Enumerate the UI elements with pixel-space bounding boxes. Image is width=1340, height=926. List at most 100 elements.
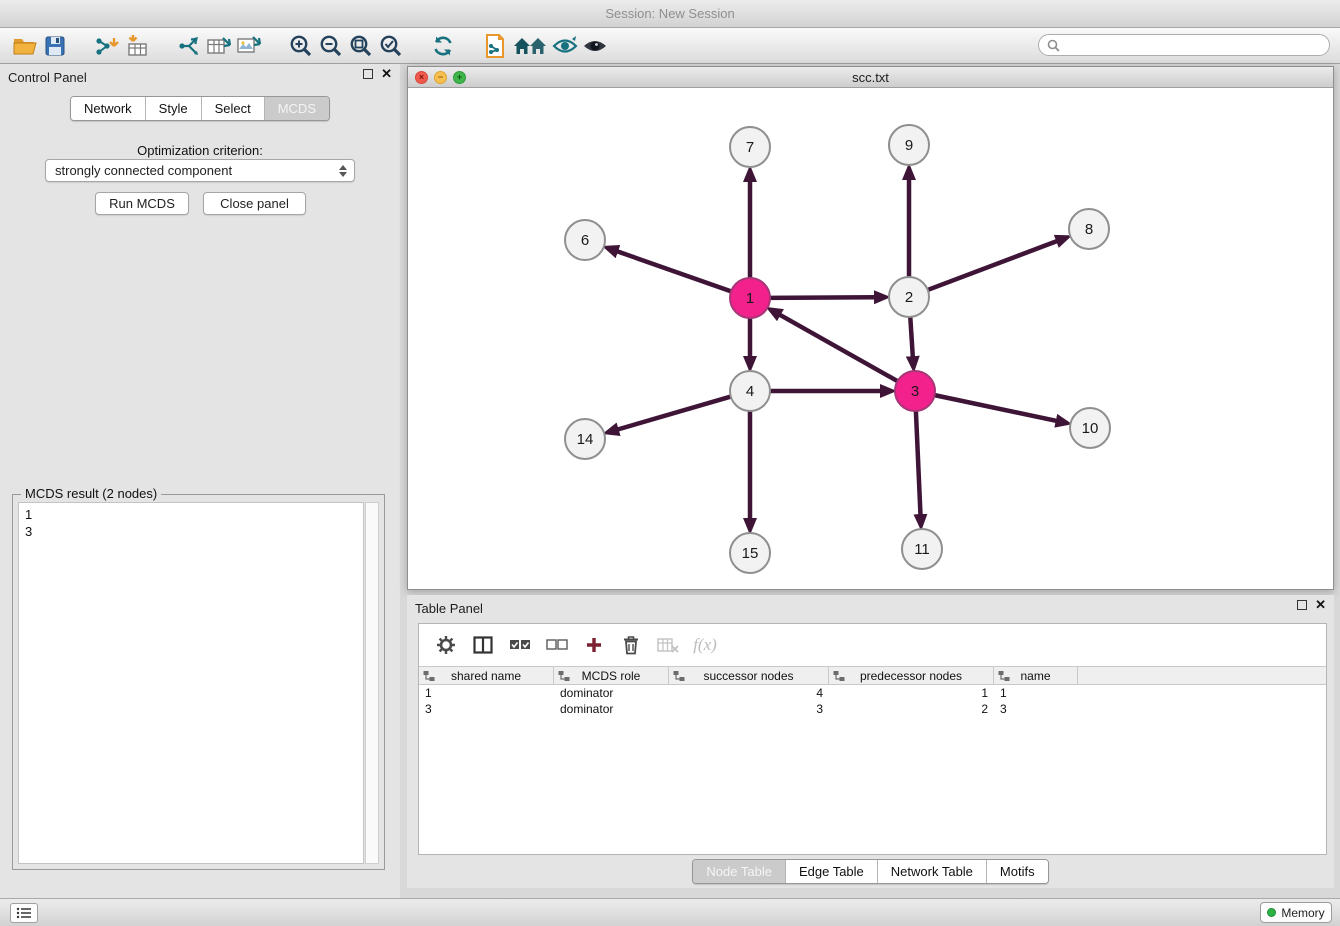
open-session-icon[interactable] bbox=[10, 32, 40, 60]
table-row[interactable]: 3dominator323 bbox=[419, 701, 1326, 717]
column-layout-icon[interactable] bbox=[466, 629, 500, 661]
tab-node-table[interactable]: Node Table bbox=[693, 860, 785, 883]
table-cell[interactable]: 3 bbox=[419, 701, 554, 717]
close-window-icon[interactable]: × bbox=[415, 71, 428, 84]
window-title: Session: New Session bbox=[605, 6, 734, 21]
network-canvas[interactable]: 7 9 6 8 1 2 4 3 14 10 15 11 bbox=[408, 88, 1333, 589]
zoom-out-icon[interactable] bbox=[316, 32, 346, 60]
column-header-shared-name[interactable]: shared name bbox=[419, 667, 554, 684]
zoom-selected-icon[interactable] bbox=[376, 32, 406, 60]
table-cell[interactable]: 1 bbox=[829, 685, 994, 701]
save-session-icon[interactable] bbox=[40, 32, 70, 60]
run-mcds-button[interactable]: Run MCDS bbox=[95, 192, 189, 215]
graph-edge-3-10[interactable] bbox=[935, 395, 1057, 421]
select-all-icon[interactable] bbox=[503, 629, 537, 661]
close-panel-button[interactable]: Close panel bbox=[203, 192, 306, 215]
style-icon[interactable] bbox=[550, 32, 580, 60]
memory-button[interactable]: Memory bbox=[1260, 902, 1332, 923]
close-table-panel-icon[interactable]: ✕ bbox=[1315, 600, 1326, 610]
table-row[interactable]: 1dominator411 bbox=[419, 685, 1326, 701]
network-graph[interactable]: 7 9 6 8 1 2 4 3 14 10 15 11 bbox=[408, 88, 1333, 589]
column-header-label: successor nodes bbox=[703, 669, 793, 683]
tab-network-table[interactable]: Network Table bbox=[877, 860, 986, 883]
table-panel-title: Table Panel bbox=[415, 601, 483, 616]
graph-node-2[interactable]: 2 bbox=[889, 277, 929, 317]
table-body: 1dominator4113dominator323 bbox=[419, 685, 1326, 717]
float-panel-icon[interactable] bbox=[363, 69, 373, 79]
open-browser-icon[interactable] bbox=[480, 32, 510, 60]
tab-motifs[interactable]: Motifs bbox=[986, 860, 1048, 883]
svg-text:6: 6 bbox=[581, 232, 589, 249]
home-icon[interactable] bbox=[510, 32, 550, 60]
new-network-icon[interactable] bbox=[174, 32, 204, 60]
import-table-icon[interactable] bbox=[122, 32, 152, 60]
column-header-name[interactable]: name bbox=[994, 667, 1078, 684]
deselect-all-icon[interactable] bbox=[540, 629, 574, 661]
mcds-result-group: MCDS result (2 nodes) 13 bbox=[12, 494, 385, 870]
float-table-panel-icon[interactable] bbox=[1297, 600, 1307, 610]
graph-node-7[interactable]: 7 bbox=[730, 127, 770, 167]
table-cell[interactable]: 1 bbox=[419, 685, 554, 701]
main-toolbar bbox=[0, 28, 1340, 64]
optimization-criterion-dropdown[interactable]: strongly connected component bbox=[45, 159, 355, 182]
import-network-icon[interactable] bbox=[92, 32, 122, 60]
graph-edge-1-2[interactable] bbox=[770, 297, 875, 298]
delete-row-icon[interactable] bbox=[614, 629, 648, 661]
svg-text:2: 2 bbox=[905, 289, 913, 306]
graph-node-6[interactable]: 6 bbox=[565, 220, 605, 260]
network-view-window: × − + scc.txt 7 9 6 8 1 2 4 3 14 10 15 11 bbox=[407, 66, 1334, 590]
add-row-icon[interactable] bbox=[577, 629, 611, 661]
settings-gear-icon[interactable] bbox=[429, 629, 463, 661]
network-window-titlebar: × − + scc.txt bbox=[408, 67, 1333, 88]
graph-node-15[interactable]: 15 bbox=[730, 533, 770, 573]
graph-node-11[interactable]: 11 bbox=[902, 529, 942, 569]
graph-node-14[interactable]: 14 bbox=[565, 419, 605, 459]
column-header-MCDS-role[interactable]: MCDS role bbox=[554, 667, 669, 684]
new-network-table-icon[interactable] bbox=[204, 32, 234, 60]
search-field[interactable] bbox=[1038, 34, 1330, 56]
graph-edge-2-3[interactable] bbox=[910, 317, 913, 357]
column-header-successor-nodes[interactable]: successor nodes bbox=[669, 667, 829, 684]
delete-table-icon[interactable] bbox=[651, 629, 685, 661]
graph-node-9[interactable]: 9 bbox=[889, 125, 929, 165]
search-input[interactable] bbox=[1065, 38, 1321, 52]
eye-icon[interactable] bbox=[580, 32, 610, 60]
zoom-in-icon[interactable] bbox=[286, 32, 316, 60]
table-cell[interactable]: 1 bbox=[994, 685, 1078, 701]
table-cell[interactable]: dominator bbox=[554, 701, 669, 717]
table-cell[interactable]: 3 bbox=[994, 701, 1078, 717]
column-header-predecessor-nodes[interactable]: predecessor nodes bbox=[829, 667, 994, 684]
result-scrollbar[interactable] bbox=[365, 502, 379, 864]
tab-style[interactable]: Style bbox=[145, 97, 201, 120]
minimize-window-icon[interactable]: − bbox=[434, 71, 447, 84]
graph-node-3[interactable]: 3 bbox=[895, 371, 935, 411]
graph-edge-3-1[interactable] bbox=[780, 315, 898, 381]
zoom-window-icon[interactable]: + bbox=[453, 71, 466, 84]
refresh-layout-icon[interactable] bbox=[428, 32, 458, 60]
svg-text:3: 3 bbox=[911, 383, 919, 400]
task-history-button[interactable] bbox=[10, 903, 38, 923]
export-image-icon[interactable] bbox=[234, 32, 264, 60]
table-cell[interactable]: 2 bbox=[829, 701, 994, 717]
graph-node-1[interactable]: 1 bbox=[730, 278, 770, 318]
graph-node-10[interactable]: 10 bbox=[1070, 408, 1110, 448]
tab-mcds[interactable]: MCDS bbox=[264, 97, 329, 120]
graph-node-8[interactable]: 8 bbox=[1069, 209, 1109, 249]
function-builder-icon[interactable]: f(x) bbox=[688, 629, 722, 661]
tab-edge-table[interactable]: Edge Table bbox=[785, 860, 877, 883]
table-toolbar: f(x) bbox=[419, 624, 1326, 666]
table-panel: Table Panel ✕ bbox=[407, 595, 1334, 888]
mcds-result-list[interactable]: 13 bbox=[18, 502, 364, 864]
tab-network[interactable]: Network bbox=[71, 97, 145, 120]
graph-edge-3-11[interactable] bbox=[916, 411, 921, 515]
graph-edge-1-6[interactable] bbox=[617, 251, 731, 291]
table-cell[interactable]: 3 bbox=[669, 701, 829, 717]
graph-edge-4-14[interactable] bbox=[618, 397, 731, 430]
graph-edge-2-8[interactable] bbox=[928, 241, 1057, 290]
zoom-fit-icon[interactable] bbox=[346, 32, 376, 60]
tab-select[interactable]: Select bbox=[201, 97, 264, 120]
table-cell[interactable]: dominator bbox=[554, 685, 669, 701]
table-cell[interactable]: 4 bbox=[669, 685, 829, 701]
graph-node-4[interactable]: 4 bbox=[730, 371, 770, 411]
close-panel-icon[interactable]: ✕ bbox=[381, 69, 392, 79]
